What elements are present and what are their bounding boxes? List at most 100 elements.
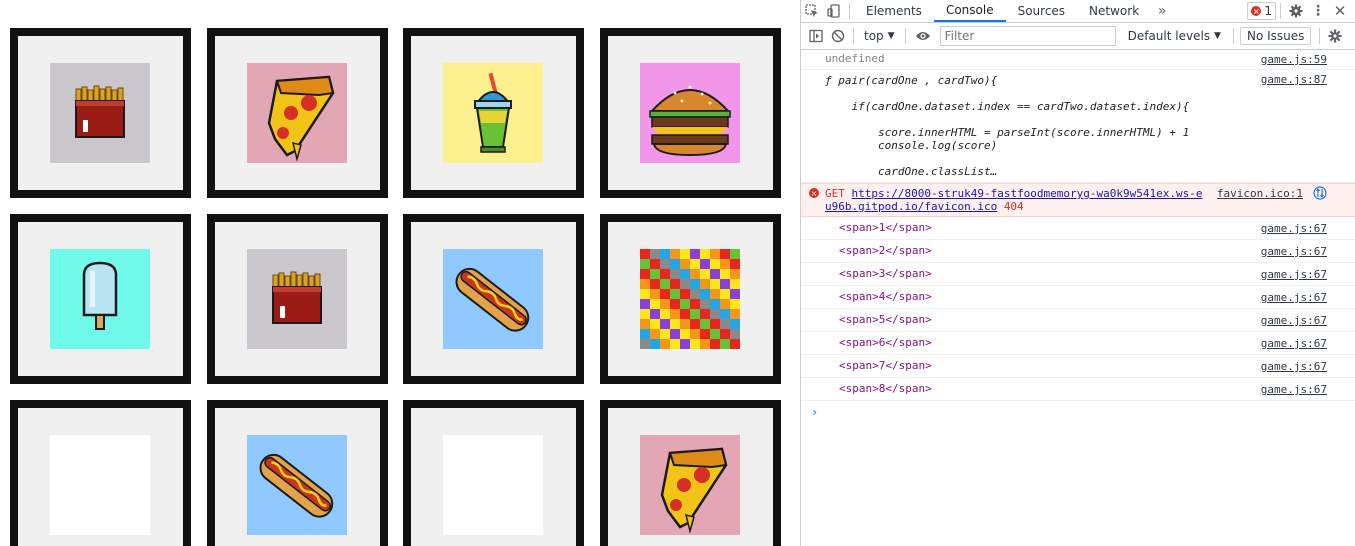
message-text: <span>7</span> [839,359,932,372]
log-levels-dropdown[interactable]: Default levels ▼ [1120,29,1229,43]
error-count-badge[interactable]: × 1 [1247,2,1276,20]
memory-card[interactable] [600,400,781,546]
source-link[interactable]: game.js:67 [1261,289,1327,307]
source-link[interactable]: game.js:67 [1261,335,1327,353]
devtools-tabbar: Elements Console Sources Network » × 1 ⋮… [801,0,1355,23]
source-link[interactable]: game.js:67 [1261,220,1327,238]
devtools-panel: Elements Console Sources Network » × 1 ⋮… [800,0,1355,546]
memory-card[interactable] [10,214,191,384]
memory-card[interactable] [207,400,388,546]
code-line: cardOne.classList… [825,165,998,178]
levels-label: Default levels [1127,29,1211,43]
separator [1280,3,1281,19]
device-toolbar-icon[interactable] [823,0,845,22]
burger-icon [640,63,740,163]
span-log-list: <span>1</span> game.js:67 <span>2</span> ga… [801,217,1355,401]
code-line: if(cardOne.dataset.index == cardTwo.data… [825,100,1190,113]
filter-input[interactable] [939,26,1116,46]
message-text: <span>5</span> [839,313,932,326]
dropdown-arrow-icon: ▼ [887,31,895,41]
inspect-element-icon[interactable] [801,0,823,22]
checker-icon [640,249,740,349]
console-message: <span>2</span> game.js:67 [801,240,1355,263]
hotdog-icon [247,435,347,535]
context-selector[interactable]: top ▼ [858,29,901,43]
card-blank-face [50,435,150,535]
separator [1319,28,1321,44]
memory-card[interactable] [403,400,584,546]
source-link[interactable]: game.js:87 [1261,73,1327,86]
code-line: console.log(score) [825,139,998,152]
memory-card[interactable] [10,400,191,546]
hotdog-icon [443,249,543,349]
message-text: <span>8</span> [839,382,932,395]
dropdown-arrow-icon: ▼ [1214,31,1221,41]
console-settings-gear-icon[interactable] [1324,25,1346,47]
error-icon: × [809,188,819,198]
separator [853,28,854,44]
error-icon: × [1251,6,1262,16]
source-link[interactable]: game.js:67 [1261,243,1327,261]
pizza-icon [247,63,347,163]
console-message: <span>6</span> game.js:67 [801,332,1355,355]
memory-card[interactable] [207,28,388,198]
message-text: undefined [825,52,885,65]
separator [849,3,850,19]
console-toolbar: top ▼ Default levels ▼ No Issues [801,23,1355,50]
memory-card[interactable] [207,214,388,384]
clear-console-icon[interactable] [827,25,849,47]
tab-console[interactable]: Console [933,0,1006,22]
more-options-icon[interactable]: ⋮ [1307,0,1329,22]
memory-card[interactable] [600,214,781,384]
context-label: top [864,29,884,43]
settings-gear-icon[interactable] [1285,0,1307,22]
show-sidebar-icon[interactable] [805,25,827,47]
console-message: <span>3</span> game.js:67 [801,263,1355,286]
console-message: undefined game.js:59 [801,50,1355,70]
error-count: 1 [1264,4,1272,18]
message-text: <span>1</span> [839,221,932,234]
card-blank-face [443,435,543,535]
tab-sources[interactable]: Sources [1006,0,1077,22]
slushie-icon [443,63,543,163]
popsicle-icon [50,249,150,349]
console-prompt-chevron-icon[interactable]: › [801,401,1355,423]
message-text: <span>6</span> [839,336,932,349]
console-message: <span>8</span> game.js:67 [801,378,1355,401]
memory-game-board [0,0,800,546]
console-message: <span>4</span> game.js:67 [801,286,1355,309]
close-icon[interactable]: ✕ [1329,0,1351,22]
console-error-message: × GET https://8000-struk49-fastfoodmemor… [801,183,1355,217]
request-method: GET [825,187,845,200]
separator [904,28,906,44]
live-expression-eye-icon[interactable] [910,25,936,47]
source-link[interactable]: game.js:67 [1261,381,1327,399]
more-tabs-icon[interactable]: » [1151,0,1173,22]
fries-icon [50,63,150,163]
issues-button[interactable]: No Issues [1239,27,1312,45]
network-icon[interactable] [1313,186,1327,203]
separator [1232,28,1234,44]
source-link[interactable]: favicon.ico:1 [1217,187,1303,200]
memory-card[interactable] [600,28,781,198]
console-message: <span>7</span> game.js:67 [801,355,1355,378]
source-link[interactable]: game.js:67 [1261,266,1327,284]
console-messages: undefined game.js:59 ƒ pair(cardOne , ca… [801,50,1355,546]
source-link[interactable]: game.js:67 [1261,358,1327,376]
fries-icon [247,249,347,349]
source-link[interactable]: game.js:67 [1261,312,1327,330]
memory-card[interactable] [10,28,191,198]
tab-network[interactable]: Network [1077,0,1151,22]
tab-elements[interactable]: Elements [854,0,934,22]
status-code: 404 [1003,200,1024,213]
message-text: <span>2</span> [839,244,932,257]
code-line: score.innerHTML = parseInt(score.innerHT… [825,126,1190,139]
message-text: <span>3</span> [839,267,932,280]
message-text: <span>4</span> [839,290,932,303]
console-message: <span>5</span> game.js:67 [801,309,1355,332]
memory-card[interactable] [403,28,584,198]
pizza-icon [640,435,740,535]
console-message: <span>1</span> game.js:67 [801,217,1355,240]
source-link[interactable]: game.js:59 [1261,53,1327,66]
memory-card[interactable] [403,214,584,384]
